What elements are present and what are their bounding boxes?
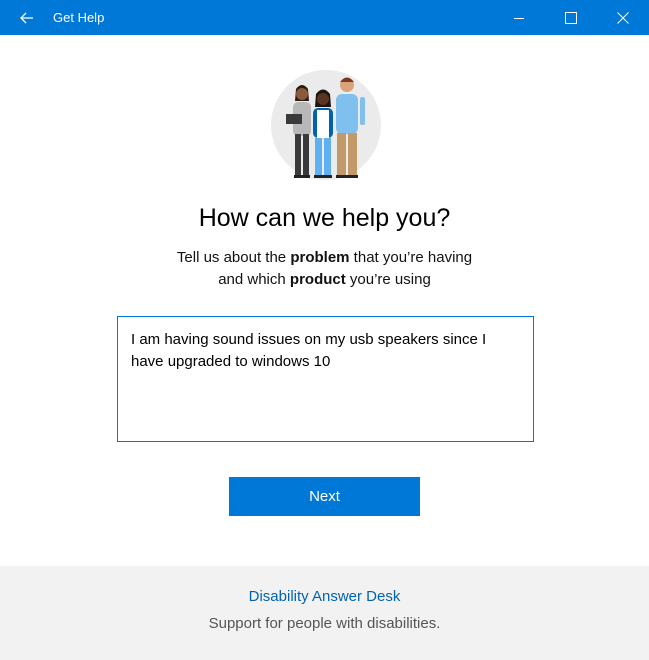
footer: Disability Answer Desk Support for peopl… [0,566,649,660]
minimize-button[interactable] [496,0,542,35]
close-icon [617,11,629,24]
page-heading: How can we help you? [198,204,451,232]
disability-answer-desk-link[interactable]: Disability Answer Desk [0,587,649,607]
maximize-icon [565,11,577,24]
next-button[interactable]: Next [229,477,420,516]
problem-description-input[interactable]: I am having sound issues on my usb speak… [117,316,534,442]
footer-description: Support for people with disabilities. [208,615,441,632]
subtext-line-2: and which product you’re using [218,271,431,288]
minimize-icon [514,17,524,19]
support-people-illustration [271,70,381,180]
back-arrow-icon [20,12,33,23]
input-text: I am having sound issues on my usb speak… [131,331,487,370]
page-subtext: Tell us about the problem that you’re ha… [0,247,649,291]
close-button[interactable] [600,0,646,35]
window-title: Get Help [53,10,105,25]
title-bar: Get Help [0,0,649,35]
subtext-line-1: Tell us about the problem that you’re ha… [176,249,473,266]
back-button[interactable] [12,0,42,35]
maximize-button[interactable] [548,0,594,35]
